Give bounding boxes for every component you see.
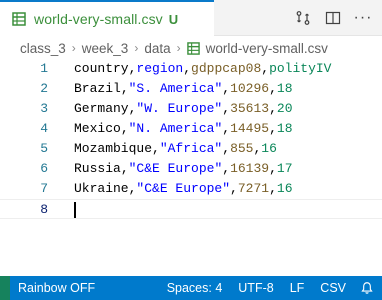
remote-indicator[interactable] xyxy=(0,276,10,300)
csv-delimiter: , xyxy=(269,181,277,196)
csv-cell: 35613 xyxy=(230,101,270,116)
line-content: Ukraine,"C&E Europe",7271,16 xyxy=(74,179,293,199)
language-mode-status[interactable]: CSV xyxy=(312,281,354,295)
csv-cell: "S. America" xyxy=(128,81,223,96)
code-line[interactable]: 2 Brazil,"S. America",10296,18 xyxy=(0,79,382,99)
csv-cell: 14495 xyxy=(230,121,270,136)
line-number: 5 xyxy=(40,141,48,156)
csv-delimiter: , xyxy=(269,101,277,116)
breadcrumb-separator: › xyxy=(176,41,181,55)
untracked-status-badge: U xyxy=(168,11,179,27)
compare-changes-icon[interactable] xyxy=(292,7,314,29)
csv-cell: Mexico xyxy=(74,121,121,136)
line-content: Brazil,"S. America",10296,18 xyxy=(74,79,293,99)
line-number: 4 xyxy=(40,121,48,136)
breadcrumb-segment[interactable]: data xyxy=(144,41,170,56)
csv-cell: country xyxy=(74,61,129,76)
table-file-icon xyxy=(12,12,26,26)
csv-delimiter: , xyxy=(269,81,277,96)
breadcrumb: class_3 › week_3 › data › world-very-sma… xyxy=(0,36,382,60)
csv-delimiter: , xyxy=(152,141,160,156)
eol-status[interactable]: LF xyxy=(282,281,313,295)
table-file-icon xyxy=(186,41,200,55)
status-bar: Rainbow OFF Spaces: 4 UTF-8 LF CSV xyxy=(0,276,382,300)
csv-cell: "N. America" xyxy=(128,121,223,136)
line-number: 8 xyxy=(40,202,48,217)
line-content: country,region,gdppcap08,polityIV xyxy=(74,59,332,79)
line-content: Russia,"C&E Europe",16139,17 xyxy=(74,159,293,179)
csv-delimiter: , xyxy=(120,121,129,136)
code-line[interactable]: 8 xyxy=(0,199,382,219)
csv-delimiter: , xyxy=(261,61,270,76)
editor-actions: ··· xyxy=(292,0,382,36)
breadcrumb-file-label: world-very-small.csv xyxy=(205,40,328,56)
csv-delimiter: , xyxy=(222,161,231,176)
csv-delimiter: , xyxy=(222,81,231,96)
code-line[interactable]: 1 country,region,gdppcap08,polityIV xyxy=(0,59,382,79)
csv-cell: "C&E Europe" xyxy=(136,181,231,196)
csv-delimiter: , xyxy=(230,181,238,196)
line-content: Mexico,"N. America",14495,18 xyxy=(74,119,293,139)
csv-cell: 16139 xyxy=(230,161,270,176)
csv-cell: 10296 xyxy=(230,81,270,96)
encoding-status[interactable]: UTF-8 xyxy=(230,281,281,295)
csv-delimiter: , xyxy=(183,61,192,76)
csv-delimiter: , xyxy=(120,161,129,176)
csv-delimiter: , xyxy=(222,101,231,116)
line-number: 1 xyxy=(40,61,48,76)
code-editor[interactable]: 1 country,region,gdppcap08,polityIV 2 Brazi… xyxy=(0,59,382,219)
line-number: 2 xyxy=(40,81,48,96)
breadcrumb-file[interactable]: world-very-small.csv xyxy=(186,40,328,56)
code-line[interactable]: 6 Russia,"C&E Europe",16139,17 xyxy=(0,159,382,179)
code-line[interactable]: 7 Ukraine,"C&E Europe",7271,16 xyxy=(0,179,382,199)
breadcrumb-segment[interactable]: week_3 xyxy=(82,41,129,56)
tab-world-very-small-csv[interactable]: world-very-small.csv U xyxy=(0,0,214,36)
csv-cell: 20 xyxy=(276,101,293,116)
indentation-status[interactable]: Spaces: 4 xyxy=(159,281,231,295)
breadcrumb-separator: › xyxy=(134,41,139,55)
csv-cell: Brazil xyxy=(74,81,121,96)
csv-cell: 855 xyxy=(230,141,254,156)
text-cursor xyxy=(74,202,76,218)
csv-cell: Russia xyxy=(74,161,121,176)
csv-delimiter: , xyxy=(222,121,231,136)
csv-delimiter: , xyxy=(269,121,277,136)
csv-cell: 17 xyxy=(276,161,293,176)
csv-cell: "C&E Europe" xyxy=(128,161,223,176)
split-editor-icon[interactable] xyxy=(322,7,344,29)
editor-tab-bar: world-very-small.csv U ··· xyxy=(0,0,382,36)
csv-cell: 16 xyxy=(276,181,293,196)
breadcrumb-segment[interactable]: class_3 xyxy=(20,41,66,56)
csv-cell: 16 xyxy=(261,141,277,156)
rainbow-csv-toggle[interactable]: Rainbow OFF xyxy=(10,281,103,295)
csv-cell: Germany xyxy=(74,101,129,116)
csv-cell: 18 xyxy=(276,81,293,96)
code-line[interactable]: 5 Mozambique,"Africa",855,16 xyxy=(0,139,382,159)
csv-cell: 7271 xyxy=(237,181,270,196)
csv-cell: Mozambique xyxy=(74,141,153,156)
csv-delimiter: , xyxy=(222,141,231,156)
tab-title: world-very-small.csv xyxy=(34,11,163,27)
csv-cell: "Africa" xyxy=(159,141,223,156)
csv-cell: gdppcap08 xyxy=(191,61,262,76)
csv-delimiter: , xyxy=(269,161,277,176)
line-number: 7 xyxy=(40,181,48,196)
csv-delimiter: , xyxy=(120,81,129,96)
csv-cell: polityIV xyxy=(269,61,332,76)
line-content: Mozambique,"Africa",855,16 xyxy=(74,139,277,159)
breadcrumb-separator: › xyxy=(71,41,76,55)
code-line[interactable]: 4 Mexico,"N. America",14495,18 xyxy=(0,119,382,139)
line-number: 6 xyxy=(40,161,48,176)
csv-cell: "W. Europe" xyxy=(136,101,223,116)
line-number: 3 xyxy=(40,101,48,116)
csv-cell: region xyxy=(136,61,184,76)
more-actions-button[interactable]: ··· xyxy=(352,7,374,29)
line-content: Germany,"W. Europe",35613,20 xyxy=(74,99,293,119)
code-line[interactable]: 3 Germany,"W. Europe",35613,20 xyxy=(0,99,382,119)
csv-cell: 18 xyxy=(276,121,293,136)
csv-cell: Ukraine xyxy=(74,181,129,196)
bell-icon[interactable] xyxy=(354,281,382,295)
